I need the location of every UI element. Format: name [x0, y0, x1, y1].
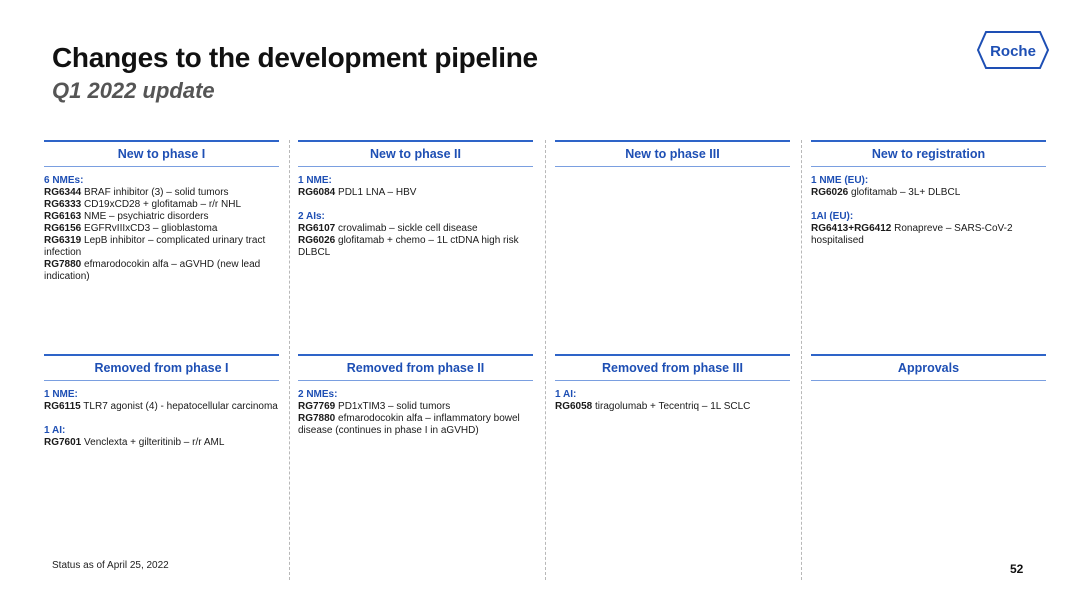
- pipeline-item: RG7880 efmarodocokin alfa – aGVHD (new l…: [44, 259, 279, 283]
- item-description: TLR7 agonist (4) - hepatocellular carcin…: [80, 401, 278, 412]
- pipeline-group: 1 AI: RG6058 tiragolumab + Tecentriq – 1L…: [555, 389, 790, 413]
- pipeline-group: 1AI (EU): RG6413+RG6412 Ronapreve – SARS-…: [811, 211, 1046, 247]
- item-description: CD19xCD28 + glofitamab – r/r NHL: [81, 199, 242, 210]
- section-removed-from-phase-2: Removed from phase II 2 NMEs: RG7769 PD1x…: [298, 354, 533, 449]
- item-description: EGFRvIIIxCD3 – glioblastoma: [81, 223, 218, 234]
- section-new-to-phase-1: New to phase I 6 NMEs: RG6344 BRAF inhibi…: [44, 140, 279, 295]
- pipeline-group: 1 NME: RG6115 TLR7 agonist (4) - hepatoce…: [44, 389, 279, 413]
- item-description: crovalimab – sickle cell disease: [335, 223, 478, 234]
- section-body: 6 NMEs: RG6344 BRAF inhibitor (3) – solid…: [44, 167, 279, 283]
- group-label: 1AI (EU):: [811, 211, 854, 222]
- group-label: 1 NME:: [298, 175, 332, 186]
- section-body: 1 NME: RG6115 TLR7 agonist (4) - hepatoce…: [44, 381, 279, 449]
- group-label: 6 NMEs:: [44, 175, 84, 186]
- group-label: 1 NME:: [44, 389, 78, 400]
- section-header: Removed from phase II: [298, 354, 533, 381]
- pipeline-group: 1 AI: RG7601 Venclexta + gilteritinib – r…: [44, 425, 279, 449]
- roche-logo: Roche: [976, 31, 1050, 69]
- section-body: [555, 167, 790, 175]
- logo-text: Roche: [990, 43, 1036, 60]
- molecule-code: RG6107: [298, 223, 336, 234]
- molecule-code: RG6413+RG6412: [811, 223, 892, 234]
- molecule-code: RG7880: [298, 413, 336, 424]
- molecule-code: RG6058: [555, 401, 593, 412]
- group-label: 1 AI:: [44, 425, 66, 436]
- section-header: New to phase I: [44, 140, 279, 167]
- item-description: NME – psychiatric disorders: [81, 211, 209, 222]
- molecule-code: RG6319: [44, 235, 82, 246]
- status-date: Status as of April 25, 2022: [52, 560, 169, 571]
- page-subtitle: Q1 2022 update: [52, 78, 215, 103]
- page-number: 52: [1010, 562, 1024, 576]
- item-description: tiragolumab + Tecentriq – 1L SCLC: [592, 401, 751, 412]
- pipeline-item: RG6156 EGFRvIIIxCD3 – glioblastoma: [44, 223, 279, 235]
- pipeline-group: 1 NME: RG6084 PDL1 LNA – HBV: [298, 175, 533, 199]
- pipeline-item: RG6333 CD19xCD28 + glofitamab – r/r NHL: [44, 199, 279, 211]
- item-description: PD1xTIM3 – solid tumors: [335, 401, 451, 412]
- item-description: PDL1 LNA – HBV: [335, 187, 417, 198]
- pipeline-group: 2 AIs: RG6107 crovalimab – sickle cell di…: [298, 211, 533, 259]
- molecule-code: RG6333: [44, 199, 82, 210]
- pipeline-item: RG6319 LepB inhibitor – complicated urin…: [44, 235, 279, 259]
- molecule-code: RG6115: [44, 401, 81, 412]
- section-header: New to phase II: [298, 140, 533, 167]
- pipeline-item: RG6163 NME – psychiatric disorders: [44, 211, 279, 223]
- page-title: Changes to the development pipeline: [52, 42, 538, 73]
- group-label: 1 AI:: [555, 389, 577, 400]
- item-description: glofitamab – 3L+ DLBCL: [848, 187, 961, 198]
- pipeline-item: RG6058 tiragolumab + Tecentriq – 1L SCLC: [555, 401, 790, 413]
- section-new-to-registration: New to registration 1 NME (EU): RG6026 gl…: [811, 140, 1046, 259]
- pipeline-item: RG6115 TLR7 agonist (4) - hepatocellular…: [44, 401, 279, 413]
- molecule-code: RG6084: [298, 187, 336, 198]
- item-description: Venclexta + gilteritinib – r/r AML: [81, 437, 225, 448]
- molecule-code: RG6156: [44, 223, 82, 234]
- pipeline-item: RG6413+RG6412 Ronapreve – SARS-CoV-2 hos…: [811, 223, 1046, 247]
- molecule-code: RG6026: [298, 235, 336, 246]
- pipeline-group: 2 NMEs: RG7769 PD1xTIM3 – solid tumors RG7…: [298, 389, 533, 437]
- section-new-to-phase-3: New to phase III: [555, 140, 790, 175]
- pipeline-item: RG6344 BRAF inhibitor (3) – solid tumors: [44, 187, 279, 199]
- molecule-code: RG7880: [44, 259, 82, 270]
- section-body: 1 NME: RG6084 PDL1 LNA – HBV 2 AIs: RG6107 …: [298, 167, 533, 259]
- group-label: 2 NMEs:: [298, 389, 338, 400]
- pipeline-item: RG6026 glofitamab – 3L+ DLBCL: [811, 187, 1046, 199]
- section-header: Removed from phase I: [44, 354, 279, 381]
- group-label: 2 AIs:: [298, 211, 325, 222]
- column-divider: [289, 140, 290, 580]
- pipeline-item: RG6026 glofitamab + chemo – 1L ctDNA hig…: [298, 235, 533, 259]
- pipeline-item: RG7769 PD1xTIM3 – solid tumors: [298, 401, 533, 413]
- column-divider: [801, 140, 802, 580]
- pipeline-item: RG7880 efmarodocokin alfa – inflammatory…: [298, 413, 533, 437]
- pipeline-item: RG6084 PDL1 LNA – HBV: [298, 187, 533, 199]
- section-body: [811, 381, 1046, 389]
- section-header: Approvals: [811, 354, 1046, 381]
- section-removed-from-phase-3: Removed from phase III 1 AI: RG6058 tirag…: [555, 354, 790, 425]
- molecule-code: RG7601: [44, 437, 82, 448]
- section-header: New to phase III: [555, 140, 790, 167]
- item-description: BRAF inhibitor (3) – solid tumors: [81, 187, 229, 198]
- pipeline-item: RG7601 Venclexta + gilteritinib – r/r AM…: [44, 437, 279, 449]
- molecule-code: RG6344: [44, 187, 82, 198]
- molecule-code: RG6163: [44, 211, 82, 222]
- molecule-code: RG7769: [298, 401, 336, 412]
- section-body: 2 NMEs: RG7769 PD1xTIM3 – solid tumors RG7…: [298, 381, 533, 437]
- section-removed-from-phase-1: Removed from phase I 1 NME: RG6115 TLR7 a…: [44, 354, 279, 461]
- group-label: 1 NME (EU):: [811, 175, 869, 186]
- section-new-to-phase-2: New to phase II 1 NME: RG6084 PDL1 LNA – …: [298, 140, 533, 271]
- pipeline-group: 1 NME (EU): RG6026 glofitamab – 3L+ DLBCL: [811, 175, 1046, 199]
- section-header: Removed from phase III: [555, 354, 790, 381]
- section-approvals: Approvals: [811, 354, 1046, 389]
- column-divider: [545, 140, 546, 580]
- molecule-code: RG6026: [811, 187, 849, 198]
- section-body: 1 AI: RG6058 tiragolumab + Tecentriq – 1L…: [555, 381, 790, 413]
- pipeline-group: 6 NMEs: RG6344 BRAF inhibitor (3) – solid…: [44, 175, 279, 283]
- section-body: 1 NME (EU): RG6026 glofitamab – 3L+ DLBCL…: [811, 167, 1046, 247]
- section-header: New to registration: [811, 140, 1046, 167]
- pipeline-item: RG6107 crovalimab – sickle cell disease: [298, 223, 533, 235]
